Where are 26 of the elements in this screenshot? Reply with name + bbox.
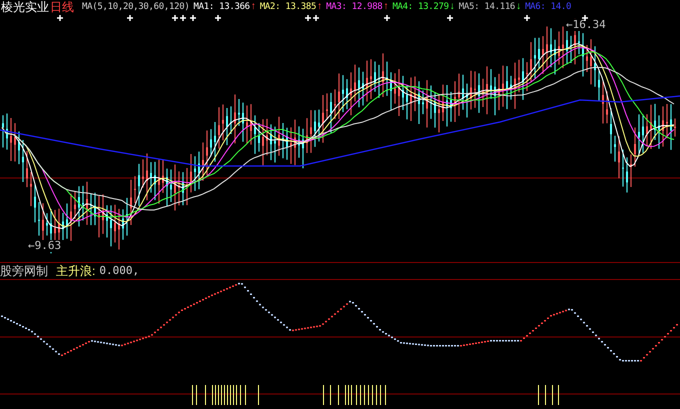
stock-name: 棱光实业 — [0, 0, 50, 14]
indicator-name: MA(5,10,20,30,60,120) — [82, 1, 190, 14]
trend-arrow: ↑ — [250, 0, 256, 14]
marker-icon — [214, 14, 222, 22]
low-price-label: ←9.63 — [28, 239, 62, 252]
ma-value: MA6: 14.0 — [525, 1, 572, 14]
marker-icon — [56, 14, 64, 22]
ma-value: MA2: 13.385 — [260, 1, 316, 14]
period-label: 日线 — [50, 0, 74, 14]
ma-value: MA5: 14.116 — [458, 1, 516, 14]
marker-icon — [446, 14, 454, 22]
high-price-label: ←16.34 — [566, 18, 606, 31]
indicator-name: 主升浪: — [56, 263, 96, 280]
indicator-value: 0.000, — [99, 262, 140, 279]
ma-value: MA4: 13.279 — [392, 1, 449, 14]
marker-icon — [523, 14, 531, 22]
trend-arrow: ↓ — [450, 0, 455, 14]
marker-icon — [189, 14, 197, 22]
trend-arrow: ↓ — [516, 0, 522, 14]
trend-arrow: ↑ — [317, 0, 322, 14]
marker-icon — [383, 14, 391, 22]
trend-arrow: ↑ — [383, 0, 388, 14]
ma-value: MA1: 13.366 — [194, 1, 250, 14]
ma-value: MA3: 12.988 — [326, 1, 382, 14]
source-label: 股旁网制 — [0, 263, 48, 280]
marker-icon — [126, 14, 134, 22]
